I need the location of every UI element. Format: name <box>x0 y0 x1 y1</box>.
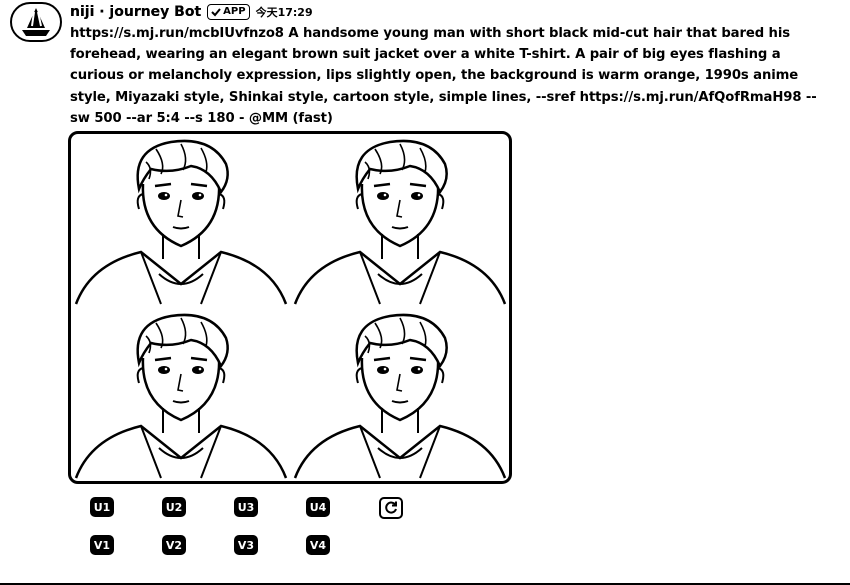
checkmark-icon <box>211 8 221 17</box>
image-2 <box>293 139 507 306</box>
app-badge: APP <box>207 4 250 20</box>
timestamp: 今天17:29 <box>255 6 313 19</box>
image-1 <box>74 139 288 306</box>
bot-avatar[interactable] <box>10 2 62 42</box>
generated-images <box>74 139 507 480</box>
upscale-4-button[interactable]: U4 <box>306 497 330 517</box>
message: niji · journey Bot APP 今天17:29 https://s… <box>70 2 830 129</box>
variation-3-button[interactable]: V3 <box>234 535 258 555</box>
user-mention[interactable]: @MM <box>249 111 288 126</box>
variation-2-button[interactable]: V2 <box>162 535 186 555</box>
image-grid[interactable] <box>68 131 512 484</box>
upscale-3-button[interactable]: U3 <box>234 497 258 517</box>
refresh-icon <box>385 501 397 514</box>
image-4 <box>293 313 507 480</box>
upscale-1-button[interactable]: U1 <box>90 497 114 517</box>
message-header: niji · journey Bot APP 今天17:29 <box>70 2 830 22</box>
app-badge-label: APP <box>223 6 246 17</box>
prompt-text: https://s.mj.run/mcbIUvfnzo8 A handsome … <box>70 23 830 129</box>
author-name[interactable]: niji · journey Bot <box>70 4 201 20</box>
upscale-2-button[interactable]: U2 <box>162 497 186 517</box>
sailboat-icon <box>22 8 50 36</box>
prompt-image-link[interactable]: https://s.mj.run/mcbIUvfnzo8 <box>70 26 284 41</box>
variation-4-button[interactable]: V4 <box>306 535 330 555</box>
variation-1-button[interactable]: V1 <box>90 535 114 555</box>
generation-mode: (fast) <box>288 110 333 126</box>
reroll-button[interactable] <box>379 497 403 519</box>
image-3 <box>74 313 288 480</box>
sref-link[interactable]: https://s.mj.run/AfQofRmaH98 <box>580 90 802 105</box>
